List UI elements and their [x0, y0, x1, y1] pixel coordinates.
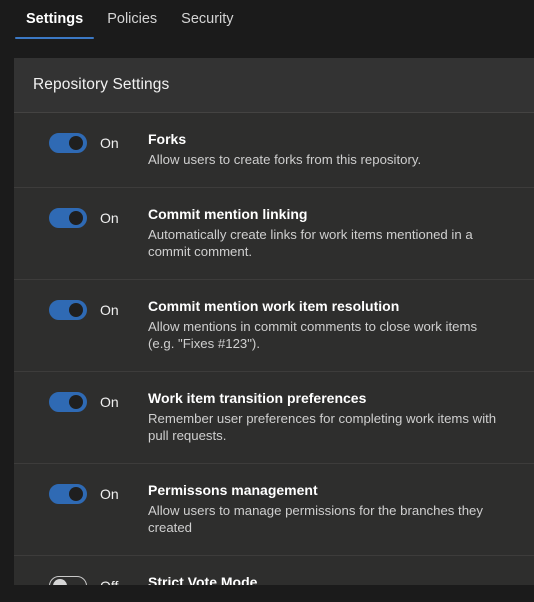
setting-text: Commit mention linking Automatically crea…: [148, 205, 518, 261]
tab-label: Security: [181, 11, 234, 27]
toggle-knob-icon: [69, 302, 83, 317]
setting-title: Work item transition preferences: [148, 389, 367, 406]
setting-text: Forks Allow users to create forks from th…: [148, 130, 518, 169]
setting-control: Off: [30, 573, 148, 586]
setting-control: On: [30, 130, 148, 153]
setting-row: On Forks Allow users to create forks from …: [14, 113, 534, 188]
toggle-state-label: On: [100, 393, 119, 410]
setting-title: Commit mention linking: [148, 205, 308, 222]
setting-text: Work item transition preferences Remember…: [148, 389, 518, 445]
setting-text: Strict Vote ModeEnable Strict Vote Mode …: [148, 573, 518, 586]
setting-title: Commit mention work item resolution: [148, 297, 400, 314]
setting-title: Forks: [148, 131, 187, 147]
setting-description: Remember user preferences for completing…: [148, 410, 497, 444]
toggle-knob-icon: [69, 136, 83, 150]
tab-security[interactable]: Security: [169, 9, 245, 39]
repository-settings-panel: Repository Settings On Forks Allow users t…: [14, 58, 534, 585]
toggle-state-label: On: [100, 485, 119, 502]
tab-label: Policies: [107, 11, 158, 27]
setting-description: Allow users to manage permissions for th…: [148, 502, 483, 536]
tab-policies[interactable]: Policies: [95, 9, 169, 39]
settings-list: On Forks Allow users to create forks from …: [14, 113, 534, 585]
setting-description: Automatically create links for work item…: [148, 226, 473, 260]
setting-row: On Work item transition preferences Rememb…: [14, 372, 534, 464]
setting-title: Strict Vote Mode: [148, 573, 258, 586]
toggle-knob-icon: [69, 210, 83, 225]
active-tab-underline: [15, 37, 95, 39]
setting-row: Off Strict Vote ModeEnable Strict Vote Mo…: [14, 556, 534, 586]
setting-text: Permissons management Allow users to mana…: [148, 481, 518, 537]
toggle-switch[interactable]: [49, 391, 87, 412]
toggle-state-label: Off: [100, 576, 118, 586]
toggle-knob-icon: [69, 486, 83, 501]
setting-control: On: [30, 205, 148, 228]
tab-bar: Settings Policies Security: [0, 0, 534, 55]
tab-label: Settings: [26, 11, 84, 27]
toggle-switch[interactable]: [49, 299, 87, 320]
setting-row: On Permissons management Allow users to ma…: [14, 464, 534, 556]
setting-control: On: [30, 297, 148, 320]
page-title: Repository Settings: [33, 76, 170, 93]
setting-control: On: [30, 481, 148, 504]
toggle-switch[interactable]: [49, 575, 87, 585]
toggle-state-label: On: [100, 135, 119, 151]
setting-description: Allow mentions in commit comments to clo…: [148, 318, 478, 352]
panel-header: Repository Settings: [14, 58, 534, 113]
toggle-switch[interactable]: [49, 483, 87, 504]
toggle-state-label: On: [100, 209, 119, 226]
toggle-switch[interactable]: [49, 133, 87, 153]
toggle-knob-icon: [53, 578, 67, 585]
tab-settings[interactable]: Settings: [14, 9, 95, 39]
setting-description: Allow users to create forks from this re…: [148, 152, 422, 167]
setting-control: On: [30, 389, 148, 412]
toggle-state-label: On: [100, 301, 119, 318]
setting-row: On Commit mention linking Automatically cr…: [14, 188, 534, 280]
toggle-switch[interactable]: [49, 207, 87, 228]
setting-title: Permissons management: [148, 481, 318, 498]
toggle-knob-icon: [69, 394, 83, 409]
setting-text: Commit mention work item resolution Allow…: [148, 297, 518, 353]
setting-row: On Commit mention work item resolution All…: [14, 280, 534, 372]
